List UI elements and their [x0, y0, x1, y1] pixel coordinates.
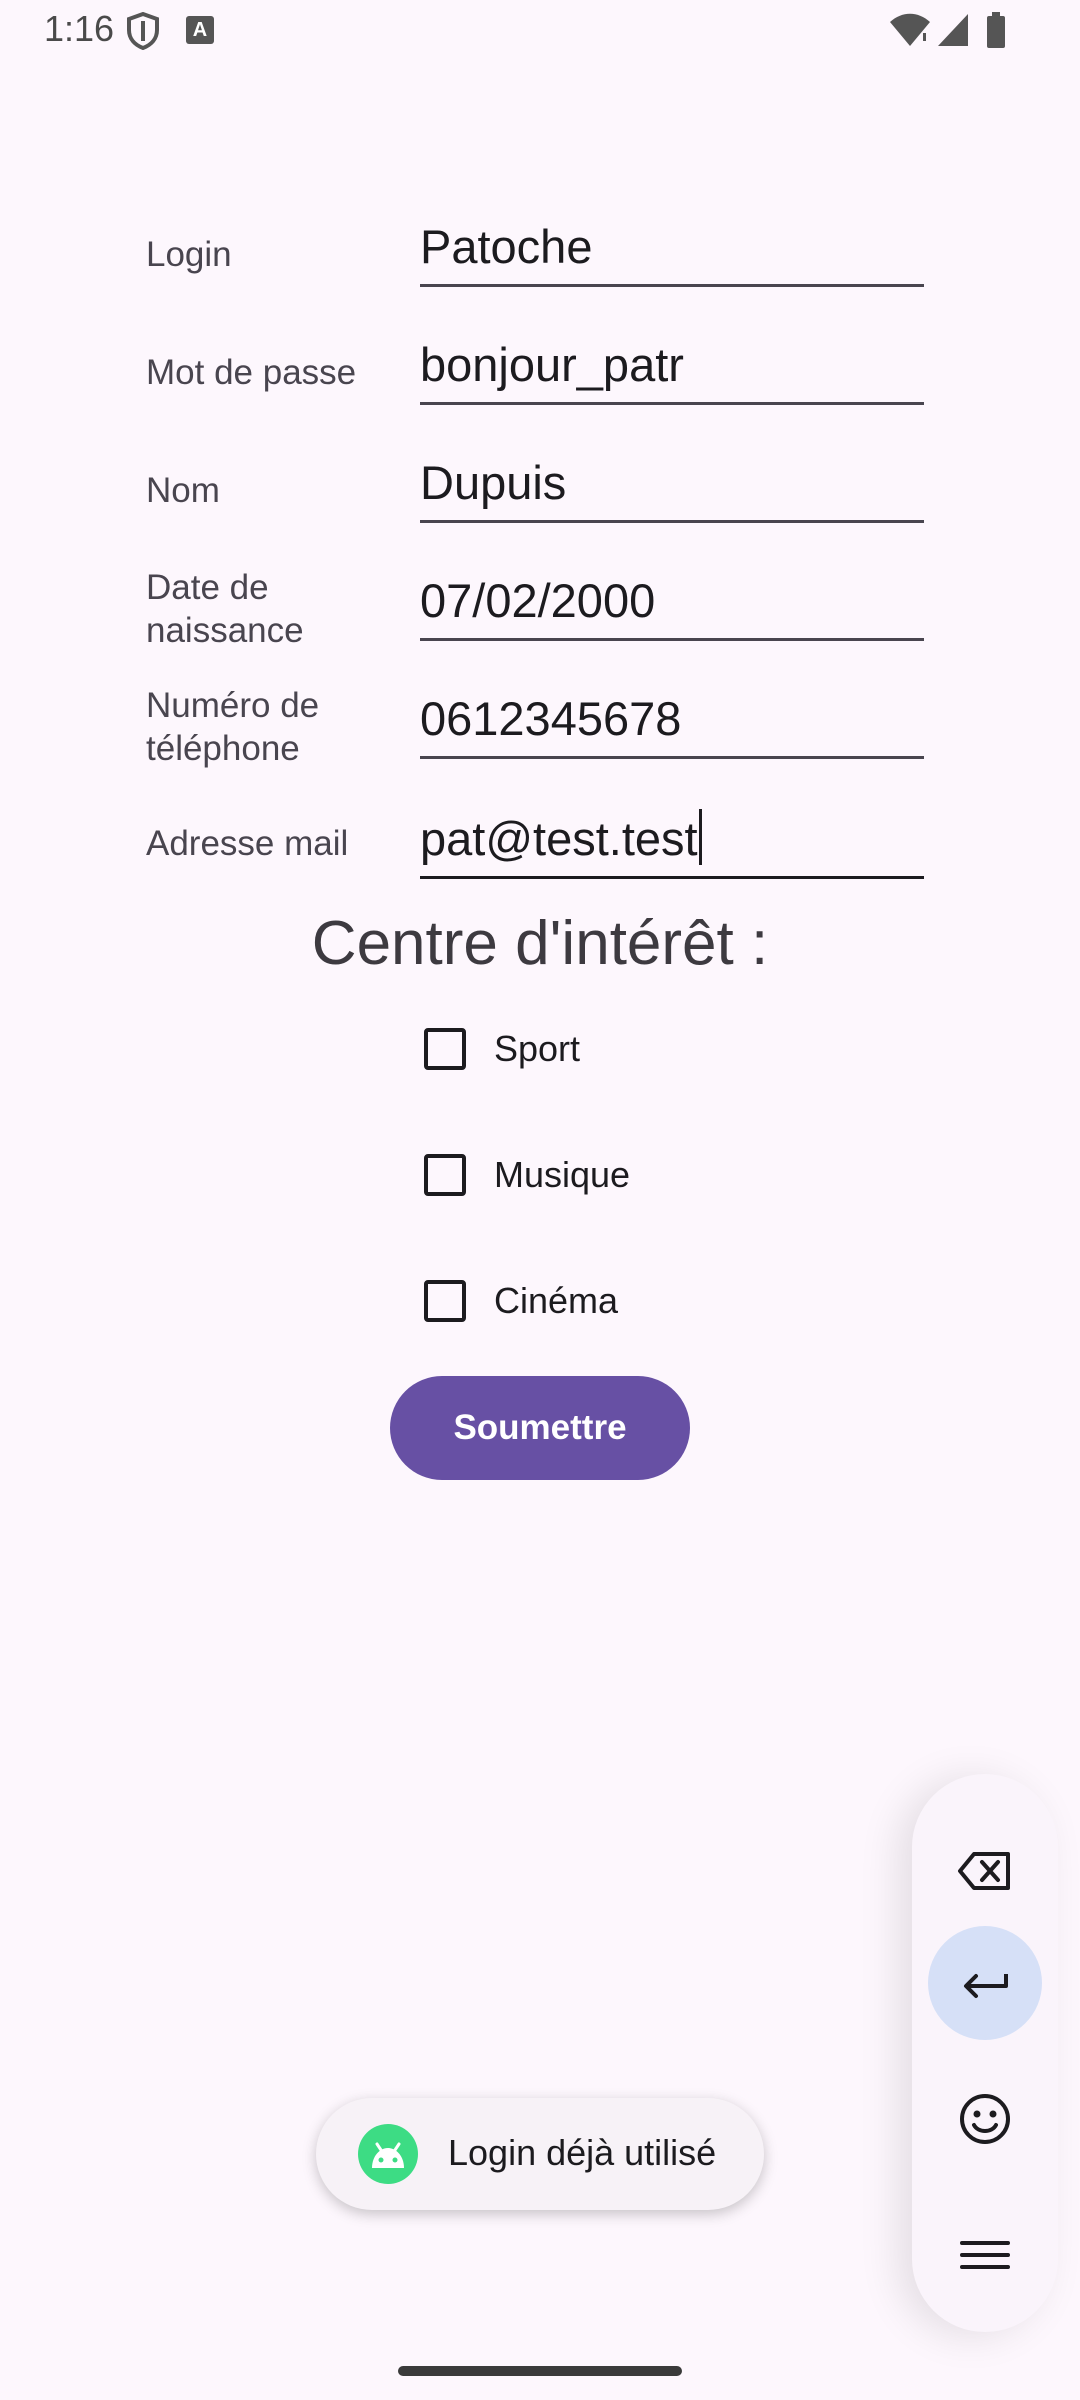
- battery-icon: [986, 12, 1006, 48]
- interests-title: Centre d'intérêt :: [311, 909, 769, 978]
- keyboard-a-icon: A: [186, 16, 214, 44]
- phone-value: 0612345678: [420, 692, 682, 745]
- checkbox-label: Musique: [494, 1154, 631, 1195]
- name-label: Nom: [146, 471, 220, 510]
- login-label: Login: [146, 235, 232, 274]
- email-input[interactable]: pat@test.test: [420, 809, 924, 879]
- backspace-button[interactable]: [928, 1814, 1042, 1928]
- checkbox-box[interactable]: [424, 1154, 466, 1196]
- menu-icon: [960, 2241, 1010, 2269]
- wifi-icon: [888, 12, 932, 48]
- phone-input[interactable]: 0612345678: [420, 692, 924, 759]
- signal-icon: [936, 12, 970, 48]
- phone-row: Numéro de téléphone 0612345678: [146, 684, 926, 774]
- enter-button[interactable]: [928, 1926, 1042, 2040]
- birthdate-input[interactable]: 07/02/2000: [420, 574, 924, 641]
- email-row: Adresse mail pat@test.test: [146, 808, 926, 888]
- email-label: Adresse mail: [146, 824, 349, 863]
- birthdate-row: Date de naissance 07/02/2000: [146, 566, 926, 656]
- password-input[interactable]: bonjour_patr: [420, 338, 924, 405]
- emoji-icon: [960, 2094, 1010, 2144]
- password-label: Mot de passe: [146, 353, 357, 392]
- floating-keyboard-panel: [912, 1774, 1058, 2332]
- enter-icon: [964, 1974, 1008, 1998]
- toast-text: Login déjà utilisé: [448, 2132, 717, 2173]
- shield-icon: [126, 11, 160, 51]
- status-time: 1:16: [44, 8, 115, 49]
- backspace-icon: [958, 1852, 1010, 1890]
- status-bar: 1:16 A: [0, 0, 1080, 62]
- login-input[interactable]: Patoche: [420, 220, 924, 287]
- text-cursor: [698, 809, 702, 865]
- phone-label: Numéro de téléphone: [146, 686, 320, 768]
- birthdate-value: 07/02/2000: [420, 574, 656, 627]
- gesture-nav-handle[interactable]: [398, 2366, 682, 2376]
- toast-message: Login déjà utilisé: [316, 2098, 764, 2210]
- submit-button[interactable]: Soumettre: [390, 1376, 690, 1480]
- android-icon: [358, 2124, 418, 2184]
- password-row: Mot de passe bonjour_patr: [146, 334, 926, 414]
- password-value: bonjour_patr: [420, 338, 684, 391]
- login-value: Patoche: [420, 220, 593, 273]
- emoji-button[interactable]: [928, 2062, 1042, 2176]
- login-row: Login Patoche: [146, 216, 926, 296]
- name-input[interactable]: Dupuis: [420, 456, 924, 523]
- checkbox-box[interactable]: [424, 1280, 466, 1322]
- checkbox-label: Cinéma: [494, 1280, 619, 1321]
- name-row: Nom Dupuis: [146, 452, 926, 532]
- menu-button[interactable]: [928, 2198, 1042, 2312]
- birthdate-label: Date de naissance: [146, 568, 304, 650]
- email-value: pat@test.test: [420, 812, 698, 865]
- checkbox-box[interactable]: [424, 1028, 466, 1070]
- checkbox-label: Sport: [494, 1028, 581, 1069]
- name-value: Dupuis: [420, 456, 567, 509]
